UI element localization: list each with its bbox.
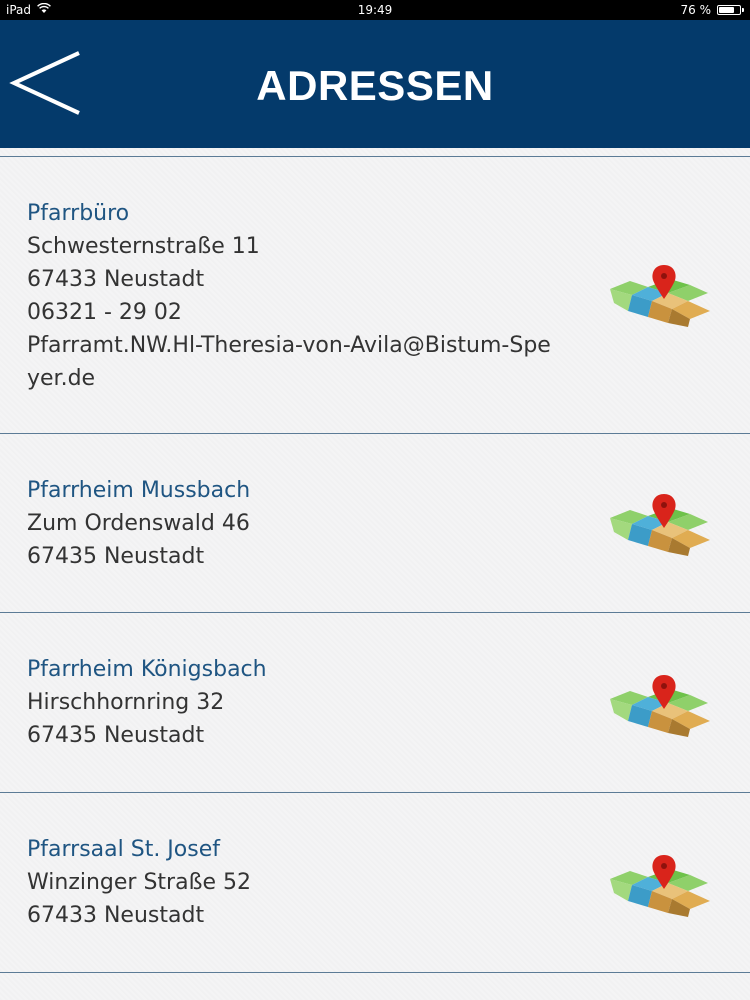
address-city: 67433 Neustadt [27,267,205,292]
map-pin-icon [610,675,710,737]
address-phone[interactable]: 06321 - 29 02 [27,296,587,329]
address-name: Pfarrsaal St. Josef [27,837,220,862]
map-button[interactable] [608,673,712,737]
address-item-pfarrbuero[interactable]: Pfarrbüro Schwesternstraße 11 67433 Neus… [0,157,750,434]
status-time: 19:49 [357,3,393,17]
address-text: Pfarrheim Königsbach Hirschhornring 32 6… [27,653,587,752]
address-city: 67435 Neustadt [27,544,205,569]
status-bar: iPad 19:49 76 % [0,0,750,20]
map-pin-icon [610,265,710,327]
address-list: Pfarrbüro Schwesternstraße 11 67433 Neus… [0,148,750,1000]
item-divider [0,972,750,973]
address-name: Pfarrbüro [27,201,130,226]
address-name: Pfarrheim Mussbach [27,478,251,503]
battery-percent: 76 % [680,3,712,17]
address-item-pfarrheim-koenigsbach[interactable]: Pfarrheim Königsbach Hirschhornring 32 6… [0,613,750,793]
map-pin-icon [610,494,710,556]
address-text: Pfarrsaal St. Josef Winzinger Straße 52 … [27,833,587,932]
address-email[interactable]: Pfarramt.NW.Hl-Theresia-von-Avila@Bistum… [27,329,557,395]
address-city: 67433 Neustadt [27,903,205,928]
address-item-pfarrsaal-st-josef[interactable]: Pfarrsaal St. Josef Winzinger Straße 52 … [0,793,750,973]
map-button[interactable] [608,853,712,917]
map-button[interactable] [608,492,712,556]
nav-header: ADRESSEN [0,20,750,148]
address-name: Pfarrheim Königsbach [27,657,267,682]
page-title: ADRESSEN [256,62,494,109]
address-street: Schwesternstraße 11 [27,234,260,259]
app-screen: iPad 19:49 76 % ADRESSEN Pfarrbüro Schwe… [0,0,750,1000]
address-text: Pfarrbüro Schwesternstraße 11 67433 Neus… [27,197,587,395]
map-button[interactable] [608,263,712,327]
address-text: Pfarrheim Mussbach Zum Ordenswald 46 674… [27,474,587,573]
device-name: iPad [6,3,32,17]
map-pin-icon [610,855,710,917]
battery-level [719,7,734,13]
status-left: iPad [6,0,51,20]
wifi-icon [37,0,51,20]
address-street: Hirschhornring 32 [27,690,225,715]
battery-icon [717,5,744,15]
address-item-pfarrheim-mussbach[interactable]: Pfarrheim Mussbach Zum Ordenswald 46 674… [0,434,750,613]
address-street: Zum Ordenswald 46 [27,511,250,536]
address-street: Winzinger Straße 52 [27,870,251,895]
address-city: 67435 Neustadt [27,723,205,748]
status-right: 76 % [680,0,744,20]
